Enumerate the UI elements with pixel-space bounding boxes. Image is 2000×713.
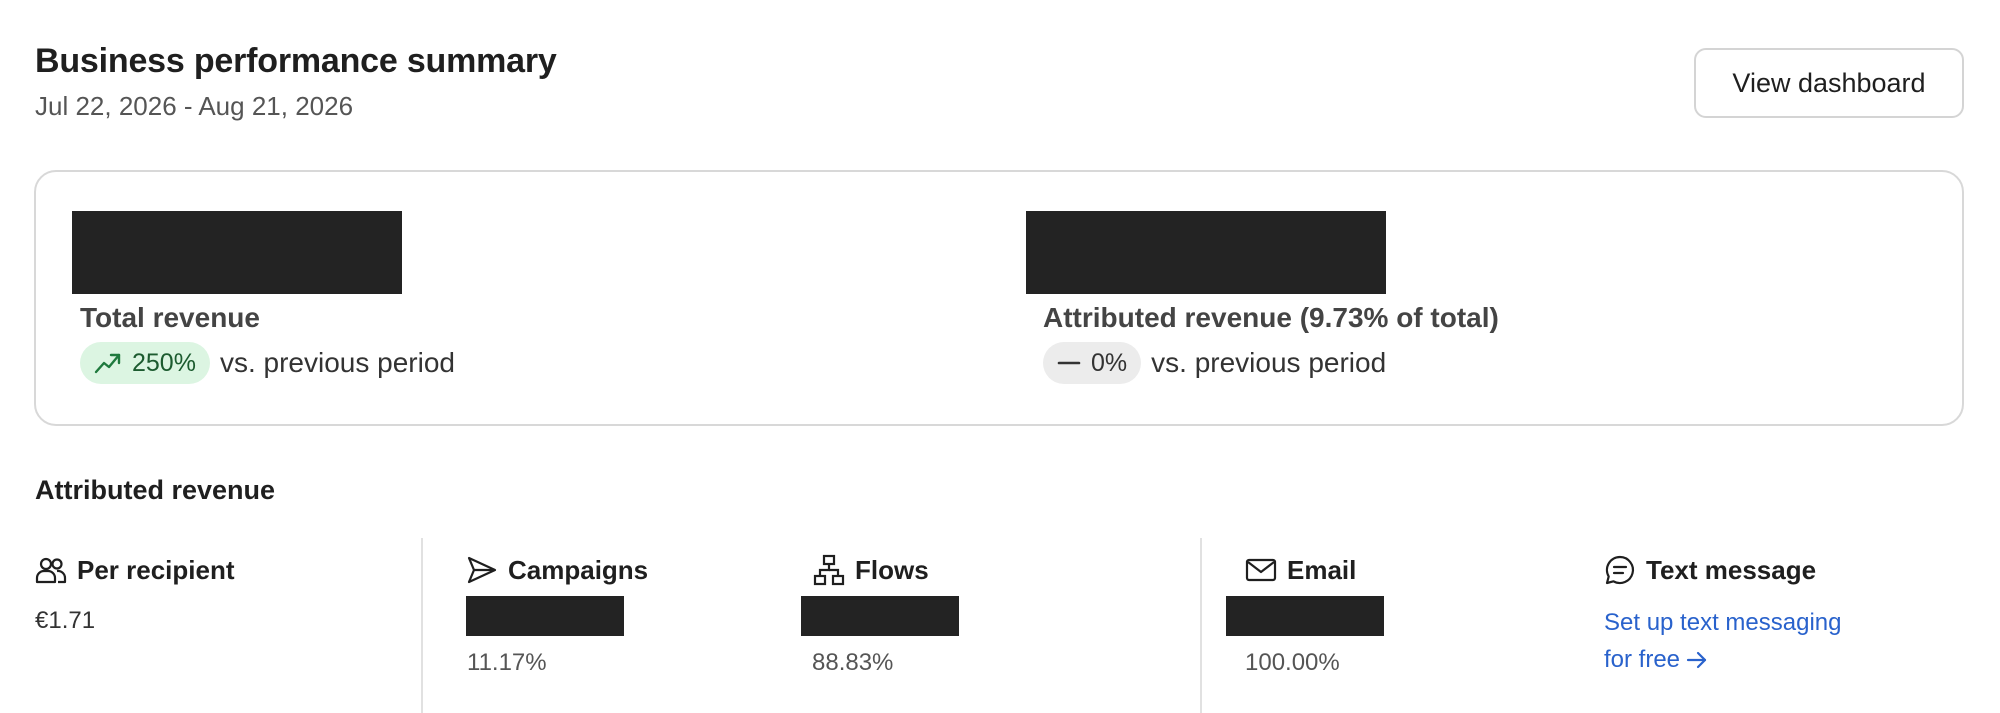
arrow-right-icon <box>1686 646 1708 673</box>
business-performance-page: Business performance summary Jul 22, 202… <box>0 0 2000 713</box>
total-revenue-value-redacted <box>72 211 402 294</box>
attributed-revenue-delta-badge: 0% <box>1043 342 1142 384</box>
column-divider <box>1200 538 1202 713</box>
attributed-revenue-label: Attributed revenue (9.73% of total) <box>1043 302 1499 333</box>
total-revenue-label: Total revenue <box>80 302 260 333</box>
email-value-redacted <box>1226 596 1384 636</box>
trending-up-icon <box>94 353 121 374</box>
attributed-revenue-delta-value: 0% <box>1091 348 1128 377</box>
total-revenue-comparison: vs. previous period <box>219 347 455 378</box>
attributed-revenue-delta-row: 0% vs. previous period <box>1043 342 1386 384</box>
people-icon <box>35 557 67 584</box>
flow-icon <box>813 554 845 586</box>
campaigns-percentage: 11.17% <box>467 649 547 676</box>
summary-card: Total revenue 250% vs. previous period A… <box>34 170 1964 426</box>
attributed-revenue-value-redacted <box>1026 211 1386 294</box>
per-recipient-value: €1.71 <box>35 607 96 634</box>
view-dashboard-button[interactable]: View dashboard <box>1694 48 1964 118</box>
per-recipient-header: Per recipient <box>35 554 235 586</box>
campaigns-label: Campaigns <box>508 554 649 585</box>
chat-icon <box>1605 555 1635 585</box>
attributed-revenue-section-title: Attributed revenue <box>35 475 276 505</box>
email-percentage: 100.00% <box>1245 649 1340 676</box>
page-title: Business performance summary <box>35 42 557 80</box>
flows-value-redacted <box>801 596 959 636</box>
setup-text-messaging-line2: for free <box>1604 646 1681 673</box>
mail-icon <box>1245 558 1277 582</box>
total-revenue-delta-row: 250% vs. previous period <box>80 342 455 384</box>
minus-icon <box>1057 361 1081 365</box>
send-icon <box>467 556 497 584</box>
date-range: Jul 22, 2026 - Aug 21, 2026 <box>35 91 354 121</box>
flows-label: Flows <box>855 554 929 585</box>
text-message-label: Text message <box>1646 554 1817 585</box>
attributed-revenue-comparison: vs. previous period <box>1151 347 1387 378</box>
flows-header: Flows <box>813 554 929 586</box>
text-message-header: Text message <box>1604 554 1816 586</box>
flows-percentage: 88.83% <box>812 649 894 676</box>
setup-text-messaging-line1: Set up text messaging <box>1604 609 1842 636</box>
total-revenue-delta-value: 250% <box>132 348 196 377</box>
per-recipient-label: Per recipient <box>77 554 235 585</box>
email-label: Email <box>1287 554 1357 585</box>
email-header: Email <box>1245 554 1356 586</box>
setup-text-messaging-link[interactable]: Set up text messaging for free <box>1604 604 1904 678</box>
column-divider <box>421 538 423 713</box>
campaigns-header: Campaigns <box>466 554 648 586</box>
campaigns-value-redacted <box>466 596 624 636</box>
total-revenue-delta-badge: 250% <box>80 342 210 384</box>
